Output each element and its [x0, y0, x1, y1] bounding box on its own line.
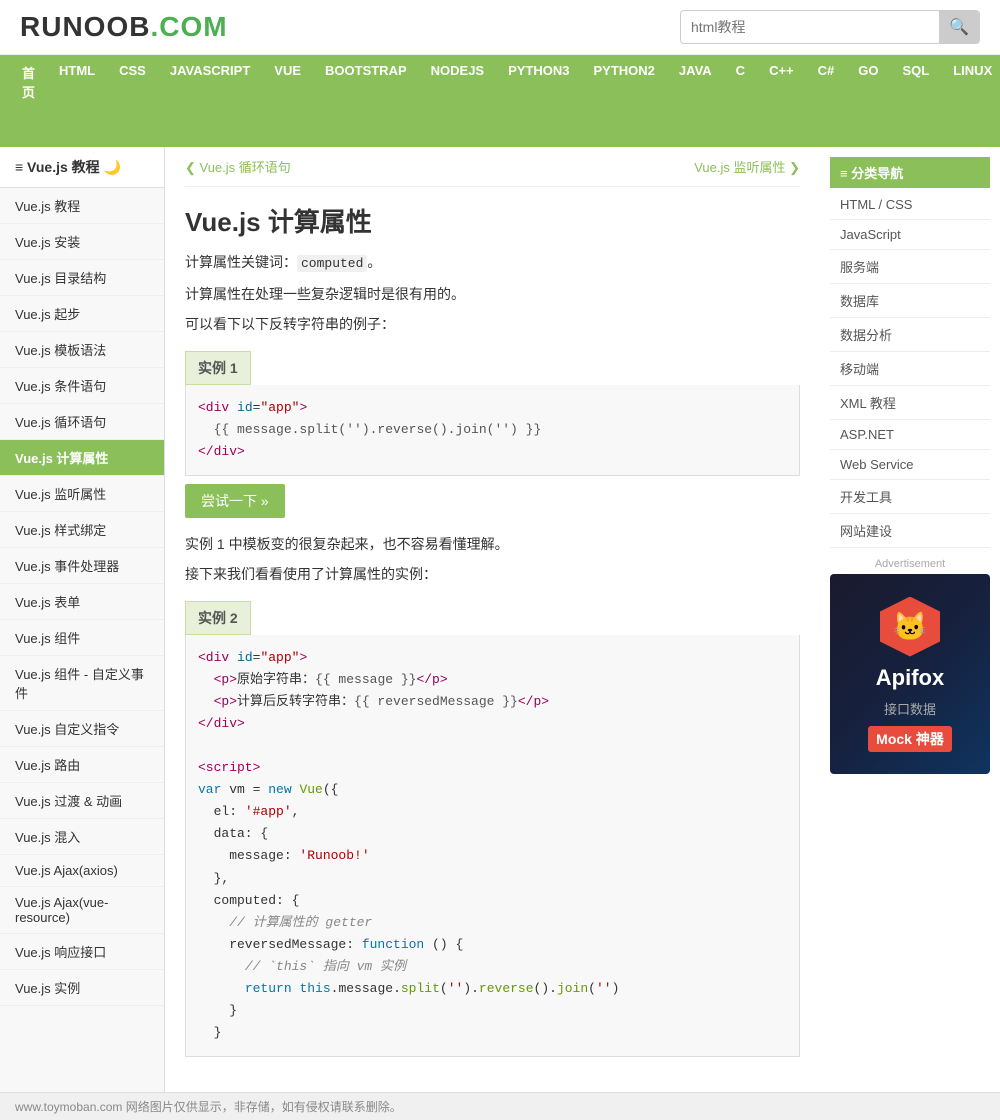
category-item[interactable]: ASP.NET	[830, 420, 990, 450]
intro-para1: 计算属性关键词：computed。	[185, 251, 800, 275]
example2-box: 实例 2 <div id="app"> <p>原始字符串：{{ message …	[185, 601, 800, 1058]
sidebar-title: ≡ Vue.js 教程 🌙	[0, 147, 164, 188]
sidebar-item[interactable]: Vue.js 样式绑定	[0, 512, 164, 548]
nav-item-nodejs[interactable]: NODEJS	[419, 55, 496, 147]
sidebar-item[interactable]: Vue.js 计算属性	[0, 440, 164, 476]
example2-title: 实例 2	[185, 601, 251, 635]
page-nav: ❮ Vue.js 循环语句 Vue.js 监听属性 ❯	[185, 147, 800, 187]
category-item[interactable]: HTML / CSS	[830, 190, 990, 220]
content-area: ❮ Vue.js 循环语句 Vue.js 监听属性 ❯ Vue.js 计算属性 …	[165, 147, 820, 1092]
sidebar-item[interactable]: Vue.js 路由	[0, 747, 164, 783]
search-button[interactable]: 🔍	[939, 11, 979, 43]
nav-item-html[interactable]: HTML	[47, 55, 107, 147]
category-item[interactable]: 数据库	[830, 284, 990, 318]
note-para2: 接下来我们看看使用了计算属性的实例：	[185, 563, 800, 585]
example1-code: <div id="app"> {{ message.split('').reve…	[185, 385, 800, 476]
right-sidebar: ≡ 分类导航 HTML / CSSJavaScript服务端数据库数据分析移动端…	[820, 147, 1000, 1092]
ad-icon: 🐱	[880, 597, 940, 657]
category-item[interactable]: 数据分析	[830, 318, 990, 352]
category-item[interactable]: 网站建设	[830, 514, 990, 548]
sidebar-item[interactable]: Vue.js Ajax(vue-resource)	[0, 887, 164, 934]
main-layout: ≡ Vue.js 教程 🌙 Vue.js 教程Vue.js 安装Vue.js 目…	[0, 147, 1000, 1092]
ad-label: Advertisement	[830, 558, 990, 570]
sidebar-item[interactable]: Vue.js 安装	[0, 224, 164, 260]
sidebar-item[interactable]: Vue.js 混入	[0, 819, 164, 855]
sidebar-item[interactable]: Vue.js 表单	[0, 584, 164, 620]
header: RUNOOB.COM 🔍	[0, 0, 1000, 55]
try-button-1[interactable]: 尝试一下 »	[185, 484, 285, 518]
ad-title: Apifox	[876, 665, 944, 691]
sidebar-item[interactable]: Vue.js 响应接口	[0, 934, 164, 970]
nav-item-linux[interactable]: LINUX	[941, 55, 1000, 147]
sidebar-item[interactable]: Vue.js 教程	[0, 188, 164, 224]
sidebar-items: Vue.js 教程Vue.js 安装Vue.js 目录结构Vue.js 起步Vu…	[0, 188, 164, 1006]
prev-page-link[interactable]: ❮ Vue.js 循环语句	[185, 157, 291, 176]
footer-bar: www.toymoban.com 网络图片仅供显示，非存储，如有侵权请联系删除。	[0, 1092, 1000, 1120]
category-item[interactable]: 开发工具	[830, 480, 990, 514]
example1-box: 实例 1 <div id="app"> {{ message.split('')…	[185, 351, 800, 518]
sidebar-item[interactable]: Vue.js 事件处理器	[0, 548, 164, 584]
nav-item-python3[interactable]: PYTHON3	[496, 55, 581, 147]
category-items: HTML / CSSJavaScript服务端数据库数据分析移动端XML 教程A…	[830, 190, 990, 548]
nav-item-java[interactable]: JAVA	[667, 55, 724, 147]
page-title: Vue.js 计算属性	[185, 202, 800, 239]
sidebar-item[interactable]: Vue.js 条件语句	[0, 368, 164, 404]
ad-banner[interactable]: 🐱 Apifox 接口数据 Mock 神器	[830, 574, 990, 774]
ad-highlight: Mock 神器	[868, 726, 952, 752]
example2-code: <div id="app"> <p>原始字符串：{{ message }}</p…	[185, 635, 800, 1058]
logo[interactable]: RUNOOB.COM	[20, 11, 228, 43]
sidebar: ≡ Vue.js 教程 🌙 Vue.js 教程Vue.js 安装Vue.js 目…	[0, 147, 165, 1092]
sidebar-item[interactable]: Vue.js 实例	[0, 970, 164, 1006]
sidebar-item[interactable]: Vue.js 组件 - 自定义事件	[0, 656, 164, 711]
next-page-link[interactable]: Vue.js 监听属性 ❯	[694, 157, 800, 176]
sidebar-item[interactable]: Vue.js 循环语句	[0, 404, 164, 440]
category-item[interactable]: Web Service	[830, 450, 990, 480]
category-item[interactable]: 移动端	[830, 352, 990, 386]
search-box: 🔍	[680, 10, 980, 44]
sidebar-item[interactable]: Vue.js 起步	[0, 296, 164, 332]
category-item[interactable]: 服务端	[830, 250, 990, 284]
sidebar-item[interactable]: Vue.js 自定义指令	[0, 711, 164, 747]
footer-text: www.toymoban.com 网络图片仅供显示，非存储，如有侵权请联系删除。	[15, 1100, 402, 1114]
nav-item-python2[interactable]: PYTHON2	[582, 55, 667, 147]
category-nav-title: ≡ 分类导航	[830, 157, 990, 188]
note-para1: 实例 1 中模板变的很复杂起来，也不容易看懂理解。	[185, 533, 800, 555]
sidebar-item[interactable]: Vue.js 模板语法	[0, 332, 164, 368]
example1-title: 实例 1	[185, 351, 251, 385]
nav-item-css[interactable]: CSS	[107, 55, 158, 147]
sidebar-item[interactable]: Vue.js 目录结构	[0, 260, 164, 296]
navbar: 首页HTMLCSSJAVASCRIPTVUEBOOTSTRAPNODEJSPYT…	[0, 55, 1000, 147]
intro-para3: 可以看下以下反转字符串的例子：	[185, 313, 800, 335]
search-input[interactable]	[681, 13, 939, 41]
nav-item-bootstrap[interactable]: BOOTSTRAP	[313, 55, 419, 147]
category-item[interactable]: XML 教程	[830, 386, 990, 420]
sidebar-item[interactable]: Vue.js 过渡 & 动画	[0, 783, 164, 819]
nav-item-c#[interactable]: C#	[806, 55, 847, 147]
nav-item-sql[interactable]: SQL	[891, 55, 942, 147]
logo-main: RUNOOB	[20, 11, 150, 42]
ad-subtitle: 接口数据	[884, 699, 936, 718]
sidebar-item[interactable]: Vue.js 组件	[0, 620, 164, 656]
nav-item-c++[interactable]: C++	[757, 55, 806, 147]
category-item[interactable]: JavaScript	[830, 220, 990, 250]
nav-item-javascript[interactable]: JAVASCRIPT	[158, 55, 262, 147]
sidebar-item[interactable]: Vue.js Ajax(axios)	[0, 855, 164, 887]
nav-item-c[interactable]: C	[724, 55, 757, 147]
nav-item-vue[interactable]: VUE	[262, 55, 313, 147]
logo-suffix: .COM	[150, 11, 227, 42]
nav-item-go[interactable]: GO	[846, 55, 890, 147]
intro-para2: 计算属性在处理一些复杂逻辑时是很有用的。	[185, 283, 800, 305]
sidebar-item[interactable]: Vue.js 监听属性	[0, 476, 164, 512]
nav-item-首页[interactable]: 首页	[10, 55, 47, 147]
